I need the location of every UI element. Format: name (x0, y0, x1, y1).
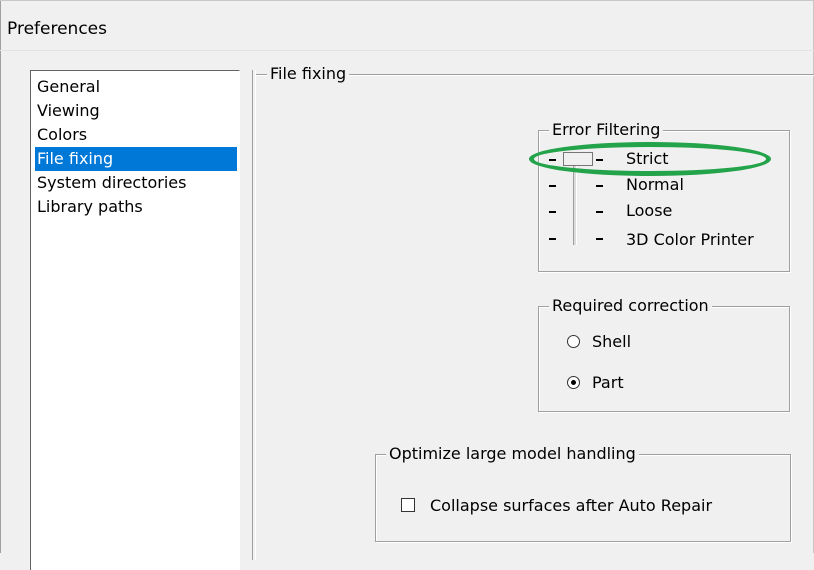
error-filtering-slider-track[interactable] (573, 160, 577, 245)
part-radio-label[interactable]: Part (592, 371, 624, 395)
level-label-3d-color-printer: 3D Color Printer (626, 230, 754, 249)
required-correction-label: Required correction (549, 296, 712, 316)
optimize-label: Optimize large model handling (386, 444, 639, 464)
slider-tick-right (596, 211, 603, 213)
window-title: Preferences (7, 19, 107, 39)
slider-tick-right (596, 238, 603, 240)
window-left-edge (0, 1, 1, 553)
category-item-file-fixing[interactable]: File fixing (35, 147, 237, 171)
category-item-library-paths[interactable]: Library paths (35, 195, 237, 219)
part-radio[interactable] (567, 376, 580, 389)
title-divider (0, 50, 814, 51)
category-item-system-directories[interactable]: System directories (35, 171, 237, 195)
slider-tick-right (596, 185, 603, 187)
category-item-general[interactable]: General (35, 75, 237, 99)
collapse-surfaces-label[interactable]: Collapse surfaces after Auto Repair (430, 494, 712, 518)
category-list[interactable]: General Viewing Colors File fixing Syste… (30, 70, 240, 570)
annotation-highlight-ellipse (529, 142, 771, 176)
error-filtering-label: Error Filtering (549, 120, 664, 140)
panel-title: File fixing (267, 64, 350, 84)
window-top-edge (0, 0, 814, 1)
category-item-colors[interactable]: Colors (35, 123, 237, 147)
shell-radio[interactable] (567, 335, 580, 348)
shell-radio-label[interactable]: Shell (592, 330, 631, 354)
slider-tick-left (549, 238, 556, 240)
part-radio-selected-dot (571, 380, 576, 385)
level-label-loose: Loose (626, 201, 673, 220)
collapse-surfaces-checkbox[interactable] (401, 498, 415, 512)
level-label-normal: Normal (626, 175, 684, 194)
slider-tick-left (549, 211, 556, 213)
required-correction-group (538, 306, 790, 412)
slider-tick-left (549, 185, 556, 187)
category-item-viewing[interactable]: Viewing (35, 99, 237, 123)
panel-separator (252, 70, 256, 560)
